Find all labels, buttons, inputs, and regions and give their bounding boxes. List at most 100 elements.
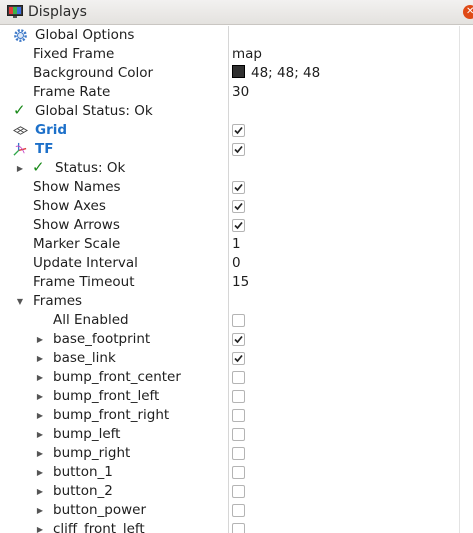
show-names-label: Show Names bbox=[33, 179, 121, 195]
expand-arrow-icon[interactable]: ▶ bbox=[35, 463, 45, 482]
update-interval-row[interactable]: Update Interval 0 bbox=[0, 254, 473, 273]
frame-checkbox[interactable] bbox=[232, 409, 245, 422]
frame-label: bump_front_right bbox=[53, 407, 170, 423]
frame-checkbox[interactable] bbox=[232, 390, 245, 403]
color-swatch bbox=[232, 65, 245, 78]
show-names-checkbox[interactable] bbox=[232, 181, 245, 194]
frame-rate-value[interactable]: 30 bbox=[232, 83, 249, 102]
expand-arrow-icon[interactable]: ▶ bbox=[35, 425, 45, 444]
gear-icon bbox=[14, 29, 27, 42]
frame-checkbox[interactable] bbox=[232, 504, 245, 517]
background-color-row[interactable]: Background Color 48; 48; 48 bbox=[0, 64, 473, 83]
frame-row[interactable]: ▶ button_2 bbox=[0, 482, 473, 501]
expand-arrow-icon[interactable]: ▶ bbox=[15, 159, 25, 178]
expand-arrow-icon[interactable]: ▶ bbox=[35, 520, 45, 533]
expand-arrow-icon[interactable]: ▶ bbox=[35, 501, 45, 520]
expand-arrow-icon[interactable]: ▶ bbox=[35, 387, 45, 406]
frame-row[interactable]: ▶ bump_left bbox=[0, 425, 473, 444]
frame-list: ▶ base_footprint ▶ base_link ▶ bump_front_cen… bbox=[0, 330, 473, 533]
frame-checkbox[interactable] bbox=[232, 485, 245, 498]
frames-label: Frames bbox=[33, 293, 83, 309]
marker-scale-row[interactable]: Marker Scale 1 bbox=[0, 235, 473, 254]
checkmark-icon bbox=[234, 335, 243, 344]
tf-label: TF bbox=[35, 141, 54, 157]
frame-row[interactable]: ▶ bump_right bbox=[0, 444, 473, 463]
background-color-value[interactable]: 48; 48; 48 bbox=[232, 64, 320, 83]
frame-checkbox[interactable] bbox=[232, 523, 245, 533]
status-ok-icon: ✓ bbox=[13, 101, 26, 119]
frame-checkbox[interactable] bbox=[232, 447, 245, 460]
frame-checkbox[interactable] bbox=[232, 371, 245, 384]
tf-display-row[interactable]: TF bbox=[0, 140, 473, 159]
expand-arrow-icon[interactable]: ▶ bbox=[35, 444, 45, 463]
tf-status-row[interactable]: ▶ ✓ Status: Ok bbox=[0, 158, 473, 178]
expand-arrow-icon[interactable]: ▶ bbox=[35, 368, 45, 387]
global-status-row[interactable]: ✓ Global Status: Ok bbox=[0, 101, 473, 121]
checkmark-icon bbox=[234, 145, 243, 154]
frame-row[interactable]: ▶ button_1 bbox=[0, 463, 473, 482]
expand-arrow-icon[interactable]: ▶ bbox=[35, 482, 45, 501]
frame-label: button_2 bbox=[53, 483, 113, 499]
grid-display-row[interactable]: Grid bbox=[0, 121, 473, 140]
frame-checkbox[interactable] bbox=[232, 333, 245, 346]
frame-label: bump_front_center bbox=[53, 369, 181, 385]
frame-row[interactable]: ▶ bump_front_left bbox=[0, 387, 473, 406]
global-options-row[interactable]: Global Options bbox=[0, 26, 473, 45]
grid-label: Grid bbox=[35, 122, 68, 138]
frame-row[interactable]: ▶ bump_front_right bbox=[0, 406, 473, 425]
panel-title: Displays bbox=[28, 4, 87, 20]
frame-row[interactable]: ▶ bump_front_center bbox=[0, 368, 473, 387]
checkmark-icon bbox=[234, 221, 243, 230]
frame-checkbox[interactable] bbox=[232, 466, 245, 479]
update-interval-label: Update Interval bbox=[33, 255, 138, 271]
all-enabled-row[interactable]: All Enabled bbox=[0, 311, 473, 330]
show-arrows-label: Show Arrows bbox=[33, 217, 120, 233]
frame-label: bump_front_left bbox=[53, 388, 160, 404]
grid-enable-checkbox[interactable] bbox=[232, 124, 245, 137]
panel-titlebar: Displays ✕ bbox=[0, 0, 473, 25]
frame-rate-label: Frame Rate bbox=[33, 84, 111, 100]
collapse-arrow-icon[interactable]: ▼ bbox=[15, 292, 25, 311]
frame-timeout-row[interactable]: Frame Timeout 15 bbox=[0, 273, 473, 292]
background-color-text: 48; 48; 48 bbox=[251, 65, 321, 81]
marker-scale-label: Marker Scale bbox=[33, 236, 121, 252]
all-enabled-checkbox[interactable] bbox=[232, 314, 245, 327]
expand-arrow-icon[interactable]: ▶ bbox=[35, 406, 45, 425]
show-arrows-checkbox[interactable] bbox=[232, 219, 245, 232]
grid-icon bbox=[13, 126, 28, 135]
update-interval-value[interactable]: 0 bbox=[232, 254, 241, 273]
frame-label: bump_left bbox=[53, 426, 121, 442]
frame-label: bump_right bbox=[53, 445, 131, 461]
frame-label: base_footprint bbox=[53, 331, 151, 347]
frame-timeout-value[interactable]: 15 bbox=[232, 273, 249, 292]
frame-checkbox[interactable] bbox=[232, 428, 245, 441]
marker-scale-value[interactable]: 1 bbox=[232, 235, 241, 254]
show-arrows-row[interactable]: Show Arrows bbox=[0, 216, 473, 235]
frame-checkbox[interactable] bbox=[232, 352, 245, 365]
frames-row[interactable]: ▼ Frames bbox=[0, 292, 473, 311]
frame-row[interactable]: ▶ base_footprint bbox=[0, 330, 473, 349]
show-axes-checkbox[interactable] bbox=[232, 200, 245, 213]
all-enabled-label: All Enabled bbox=[53, 312, 129, 328]
background-color-label: Background Color bbox=[33, 65, 154, 81]
checkmark-icon bbox=[234, 354, 243, 363]
close-button[interactable]: ✕ bbox=[463, 5, 473, 19]
show-names-row[interactable]: Show Names bbox=[0, 178, 473, 197]
tf-status-label: Status: Ok bbox=[55, 160, 126, 176]
fixed-frame-label: Fixed Frame bbox=[33, 46, 115, 62]
frame-row[interactable]: ▶ base_link bbox=[0, 349, 473, 368]
fixed-frame-value[interactable]: map bbox=[232, 45, 262, 64]
frame-label: button_1 bbox=[53, 464, 113, 480]
frame-label: button_power bbox=[53, 502, 147, 518]
global-status-label: Global Status: Ok bbox=[35, 103, 153, 119]
checkmark-icon bbox=[234, 202, 243, 211]
frame-row[interactable]: ▶ cliff_front_left bbox=[0, 520, 473, 533]
show-axes-row[interactable]: Show Axes bbox=[0, 197, 473, 216]
fixed-frame-row[interactable]: Fixed Frame map bbox=[0, 45, 473, 64]
expand-arrow-icon[interactable]: ▶ bbox=[35, 330, 45, 349]
tf-enable-checkbox[interactable] bbox=[232, 143, 245, 156]
frame-rate-row[interactable]: Frame Rate 30 bbox=[0, 83, 473, 102]
vertical-scrollbar[interactable] bbox=[459, 26, 473, 533]
expand-arrow-icon[interactable]: ▶ bbox=[35, 349, 45, 368]
frame-row[interactable]: ▶ button_power bbox=[0, 501, 473, 520]
